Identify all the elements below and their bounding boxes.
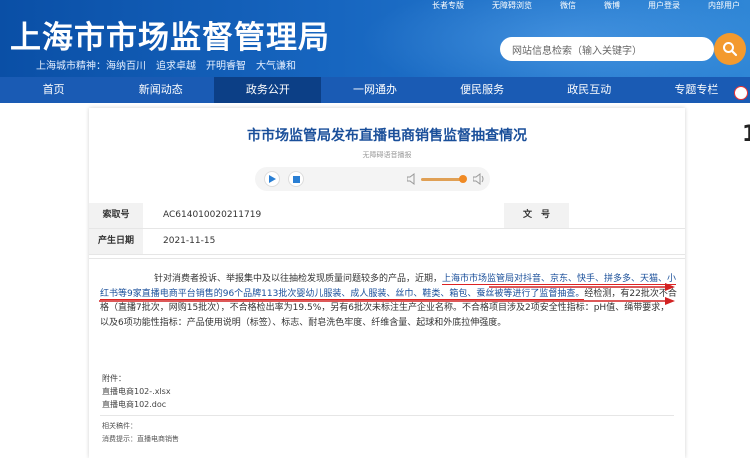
- top-link-accessible[interactable]: 无障碍浏览: [492, 0, 532, 11]
- nav-item-services[interactable]: 便民服务: [429, 77, 536, 103]
- related-articles: 相关稿件： 消费提示：直播电商销售: [102, 420, 179, 446]
- site-header: 上海市市场监督管理局 上海城市精神：海纳百川 追求卓越 开明睿智 大气谦和 长者…: [0, 0, 750, 77]
- related-link[interactable]: 消费提示：直播电商销售: [102, 433, 179, 446]
- attachments-label: 附件：: [102, 374, 126, 383]
- top-link-wechat[interactable]: 微信: [560, 0, 576, 11]
- accessibility-icon[interactable]: [734, 86, 748, 100]
- nav-item-interaction[interactable]: 政民互动: [536, 77, 643, 103]
- nav-item-gov-affairs[interactable]: 政务公开: [214, 77, 322, 103]
- annotation-arrows: [99, 283, 675, 305]
- edge-digit: 1: [742, 122, 750, 147]
- site-title[interactable]: 上海市市场监督管理局: [10, 12, 330, 57]
- top-links: 长者专版 无障碍浏览 微信 微博 用户登录 内部用户: [432, 0, 740, 11]
- nav-item-one-network[interactable]: 一网通办: [321, 77, 428, 103]
- top-link-elderly[interactable]: 长者专版: [432, 0, 464, 11]
- nav-item-news[interactable]: 新闻动态: [107, 77, 214, 103]
- related-label: 相关稿件：: [102, 422, 137, 430]
- divider: [100, 415, 674, 416]
- slogan: 追求卓越: [156, 61, 196, 72]
- top-link-weibo[interactable]: 微博: [604, 0, 620, 11]
- attachments: 附件： 直播电商102-.xlsx 直播电商102.doc: [102, 372, 171, 411]
- slogan: 开明睿智: [206, 61, 246, 72]
- search-button[interactable]: [714, 33, 746, 65]
- slogan: 上海城市精神：海纳百川: [36, 61, 146, 72]
- search-icon: [723, 42, 738, 57]
- top-link-login[interactable]: 用户登录: [648, 0, 680, 11]
- search-input[interactable]: 网站信息检索（输入关键字）: [500, 37, 714, 61]
- article-card: 市市场监管局发布直播电商销售监督抽查情况 无障碍语音播报 索取号 AC61401…: [89, 108, 685, 458]
- city-slogans: 上海城市精神：海纳百川 追求卓越 开明睿智 大气谦和: [36, 57, 296, 72]
- top-link-internal[interactable]: 内部用户: [708, 0, 740, 11]
- main-nav: 首页 新闻动态 政务公开 一网通办 便民服务 政民互动 专题专栏: [0, 77, 750, 103]
- attachment-link[interactable]: 直播电商102.doc: [102, 398, 171, 411]
- attachment-link[interactable]: 直播电商102-.xlsx: [102, 385, 171, 398]
- nav-item-home[interactable]: 首页: [0, 77, 107, 103]
- slogan: 大气谦和: [256, 61, 296, 72]
